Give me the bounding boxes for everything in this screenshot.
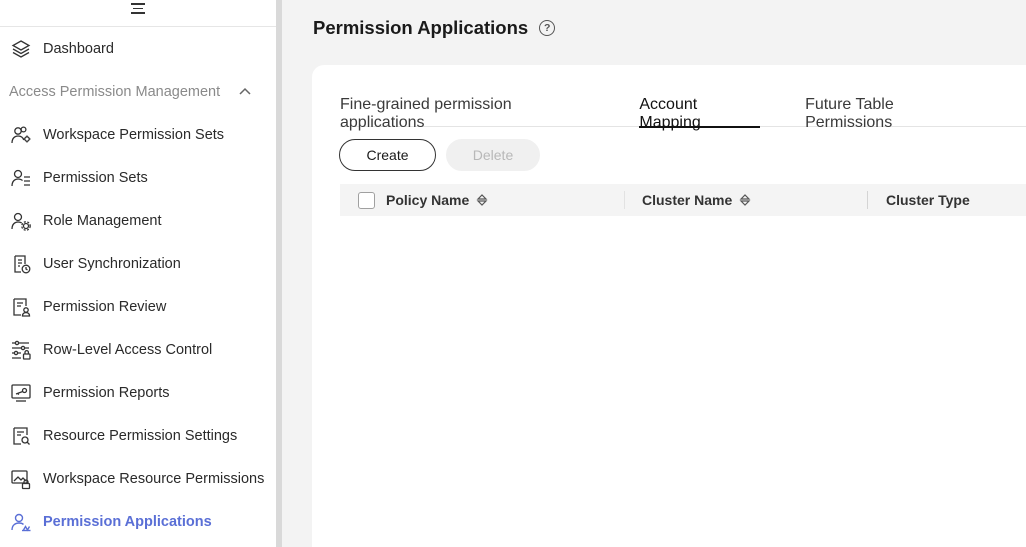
column-header-policy-name[interactable]: Policy Name: [386, 192, 624, 208]
sort-icon[interactable]: [739, 193, 751, 207]
user-group-settings-icon: [9, 123, 33, 147]
sidebar-item-user-synchronization[interactable]: User Synchronization: [0, 242, 276, 285]
document-search-icon: [9, 424, 33, 448]
chevron-up-icon[interactable]: [238, 84, 252, 100]
sidebar-item-permission-review[interactable]: Permission Review: [0, 285, 276, 328]
sidebar-item-label: User Synchronization: [43, 255, 181, 272]
document-sync-icon: [9, 252, 33, 276]
sidebar: Dashboard Access Permission Management W…: [0, 0, 276, 547]
sidebar-item-permission-reports[interactable]: Permission Reports: [0, 371, 276, 414]
menu-toggle-icon[interactable]: [131, 3, 145, 17]
sidebar-item-label: Row-Level Access Control: [43, 341, 213, 358]
sidebar-item-label: Resource Permission Settings: [43, 427, 238, 444]
user-list-icon: [9, 166, 33, 190]
sidebar-header: [0, 0, 276, 27]
sidebar-item-label: Dashboard: [43, 40, 114, 57]
sidebar-item-workspace-permission-sets[interactable]: Workspace Permission Sets: [0, 113, 276, 156]
table-header: Policy Name Cluster Name Cluster Type: [340, 184, 1026, 216]
sidebar-item-dashboard[interactable]: Dashboard: [0, 27, 276, 70]
sidebar-item-label: Permission Reports: [43, 384, 170, 401]
layers-icon: [9, 37, 33, 61]
tab-future-table-permissions[interactable]: Future Table Permissions: [805, 83, 981, 131]
column-divider[interactable]: [867, 191, 868, 209]
create-button[interactable]: Create: [339, 139, 436, 171]
sidebar-item-permission-sets[interactable]: Permission Sets: [0, 156, 276, 199]
column-header-cluster-type[interactable]: Cluster Type: [886, 192, 970, 208]
help-icon[interactable]: ?: [539, 20, 556, 36]
sidebar-item-label: Permission Review: [43, 298, 167, 315]
sidebar-item-row-level-access-control[interactable]: Row-Level Access Control: [0, 328, 276, 371]
sort-icon[interactable]: [476, 193, 488, 207]
column-header-label: Policy Name: [386, 192, 470, 208]
sliders-lock-icon: [9, 338, 33, 362]
page-title-text: Permission Applications: [313, 17, 529, 38]
sidebar-group-access-permission-management[interactable]: Access Permission Management: [0, 70, 276, 113]
sidebar-item-label: Role Management: [43, 212, 162, 229]
sidebar-item-resource-permission-settings[interactable]: Resource Permission Settings: [0, 414, 276, 457]
content-card: Fine-grained permission applications Acc…: [312, 65, 1026, 547]
column-header-cluster-name[interactable]: Cluster Name: [642, 192, 867, 208]
document-user-icon: [9, 295, 33, 319]
user-gear-icon: [9, 209, 33, 233]
image-lock-icon: [9, 467, 33, 491]
sidebar-item-permission-applications[interactable]: Permission Applications: [0, 500, 276, 543]
sidebar-item-label: Permission Applications: [43, 513, 212, 530]
sidebar-item-label: Workspace Permission Sets: [43, 126, 225, 143]
tab-fine-grained-permission-applications[interactable]: Fine-grained permission applications: [340, 83, 594, 131]
tab-account-mapping[interactable]: Account Mapping: [639, 83, 760, 131]
tab-bar: Fine-grained permission applications Acc…: [340, 83, 1026, 131]
user-apply-icon: [9, 510, 33, 534]
delete-button[interactable]: Delete: [446, 139, 540, 171]
column-header-label: Cluster Type: [886, 192, 970, 208]
select-all-checkbox[interactable]: [358, 191, 375, 209]
sidebar-group-label: Access Permission Management: [9, 83, 221, 100]
sidebar-item-label: Permission Sets: [43, 169, 148, 186]
main-content: Permission Applications ? Fine-grained p…: [282, 0, 1026, 547]
sidebar-item-label: Workspace Resource Permissions: [43, 470, 265, 487]
column-divider[interactable]: [624, 191, 625, 209]
column-header-label: Cluster Name: [642, 192, 733, 208]
page-title: Permission Applications ?: [313, 17, 556, 39]
sidebar-item-workspace-resource-permissions[interactable]: Workspace Resource Permissions: [0, 457, 276, 500]
monitor-key-icon: [9, 381, 33, 405]
sidebar-item-role-management[interactable]: Role Management: [0, 199, 276, 242]
